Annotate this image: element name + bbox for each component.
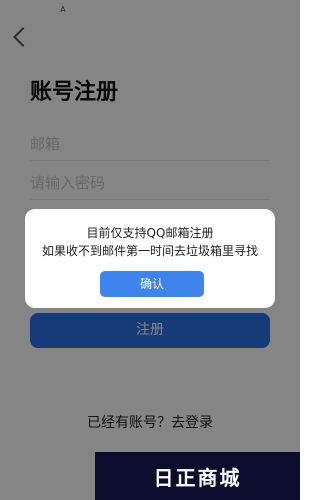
confirm-button[interactable]: 确认 — [100, 271, 204, 297]
watermark-logo: 日正商城 — [95, 452, 300, 500]
dialog-message-line2: 如果收不到邮件第一时间去垃圾箱里寻找 — [41, 244, 258, 258]
dialog-message-line1: 目前仅支持QQ邮箱注册 — [86, 226, 214, 240]
notice-dialog: 目前仅支持QQ邮箱注册 如果收不到邮件第一时间去垃圾箱里寻找 确认 — [25, 209, 275, 308]
